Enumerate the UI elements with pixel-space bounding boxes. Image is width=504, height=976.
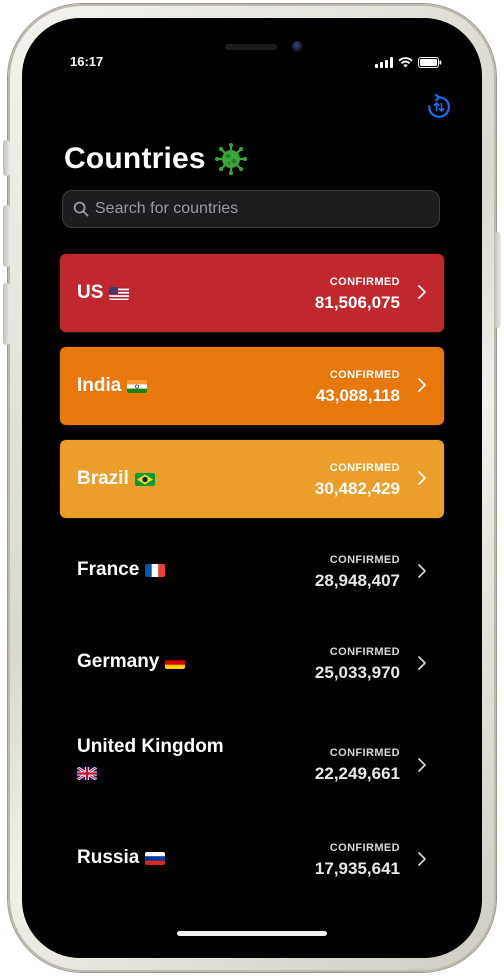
confirmed-label: CONFIRMED bbox=[329, 646, 400, 658]
country-name-wrap: Russia bbox=[77, 847, 166, 869]
country-name: United Kingdom bbox=[77, 736, 224, 757]
country-name: Brazil bbox=[77, 468, 129, 489]
status-icons bbox=[375, 54, 442, 68]
home-indicator[interactable] bbox=[177, 931, 327, 936]
country-card-us[interactable]: US CONFIRMED 81,506,075 bbox=[60, 254, 444, 332]
silent-switch bbox=[3, 140, 10, 176]
status-time: 16:17 bbox=[70, 54, 104, 69]
volume-up-button bbox=[3, 205, 10, 267]
germany-flag-icon bbox=[165, 655, 186, 669]
app-screen: 16:17 Countries Search for countries US … bbox=[22, 18, 482, 958]
confirmed-value: 17,935,641 bbox=[314, 859, 400, 878]
country-row-russia[interactable]: Russia CONFIRMED 17,935,641 bbox=[60, 821, 444, 913]
confirmed-label: CONFIRMED bbox=[329, 747, 400, 759]
country-name: Germany bbox=[77, 651, 160, 672]
chevron-right-icon bbox=[418, 285, 426, 299]
brazil-flag-icon bbox=[134, 472, 155, 486]
refresh-icon bbox=[428, 93, 450, 118]
page-header: Countries bbox=[64, 142, 248, 176]
wifi-icon bbox=[398, 57, 413, 68]
confirmed-label: CONFIRMED bbox=[329, 276, 400, 288]
virus-icon bbox=[214, 143, 247, 175]
country-row-france[interactable]: France CONFIRMED 28,948,407 bbox=[60, 533, 444, 625]
confirmed-label: CONFIRMED bbox=[329, 369, 400, 381]
search-input[interactable] bbox=[89, 191, 439, 227]
front-camera bbox=[292, 41, 303, 52]
confirmed-label: CONFIRMED bbox=[329, 842, 400, 854]
russia-flag-icon bbox=[145, 851, 166, 865]
india-flag-icon bbox=[127, 379, 148, 393]
search-bar bbox=[62, 190, 440, 228]
confirmed-value: 22,249,661 bbox=[314, 764, 400, 783]
page-title: Countries bbox=[64, 142, 206, 175]
uk-flag-icon bbox=[77, 767, 97, 780]
confirmed-label: CONFIRMED bbox=[329, 554, 400, 566]
country-name-wrap: United Kingdom bbox=[77, 733, 224, 789]
speaker-grille bbox=[225, 44, 277, 50]
chevron-right-icon bbox=[418, 378, 426, 392]
refresh-button[interactable] bbox=[426, 93, 452, 120]
country-card-brazil[interactable]: Brazil CONFIRMED 30,482,429 bbox=[60, 440, 444, 518]
chevron-right-icon bbox=[418, 852, 426, 866]
battery-icon bbox=[418, 57, 442, 68]
country-list: US CONFIRMED 81,506,075 India CONFIRMED … bbox=[60, 254, 444, 913]
confirmed-value: 28,948,407 bbox=[314, 571, 400, 590]
country-card-india[interactable]: India CONFIRMED 43,088,118 bbox=[60, 347, 444, 425]
country-name: US bbox=[77, 282, 104, 303]
country-name-wrap: Brazil bbox=[77, 468, 155, 490]
country-name-wrap: France bbox=[77, 559, 166, 581]
country-row-germany[interactable]: Germany CONFIRMED 25,033,970 bbox=[60, 625, 444, 717]
country-name: France bbox=[77, 559, 140, 580]
chevron-right-icon bbox=[418, 758, 426, 772]
chevron-right-icon bbox=[418, 471, 426, 485]
country-name-wrap: US bbox=[77, 282, 130, 304]
country-name: Russia bbox=[77, 847, 140, 868]
confirmed-value: 81,506,075 bbox=[314, 293, 400, 312]
volume-down-button bbox=[3, 283, 10, 345]
country-name: India bbox=[77, 375, 122, 396]
us-flag-icon bbox=[109, 286, 130, 300]
france-flag-icon bbox=[145, 563, 166, 577]
country-row-united-kingdom[interactable]: United Kingdom CONFIRMED 22,249,661 bbox=[60, 717, 444, 821]
country-name-wrap: India bbox=[77, 375, 148, 397]
chevron-right-icon bbox=[418, 564, 426, 578]
search-icon bbox=[73, 201, 89, 217]
country-name-wrap: Germany bbox=[77, 651, 186, 673]
confirmed-label: CONFIRMED bbox=[329, 462, 400, 474]
chevron-right-icon bbox=[418, 656, 426, 670]
confirmed-value: 43,088,118 bbox=[315, 386, 400, 405]
confirmed-value: 25,033,970 bbox=[314, 663, 400, 682]
signal-icon bbox=[375, 57, 393, 68]
power-button bbox=[494, 232, 501, 328]
confirmed-value: 30,482,429 bbox=[314, 479, 400, 498]
